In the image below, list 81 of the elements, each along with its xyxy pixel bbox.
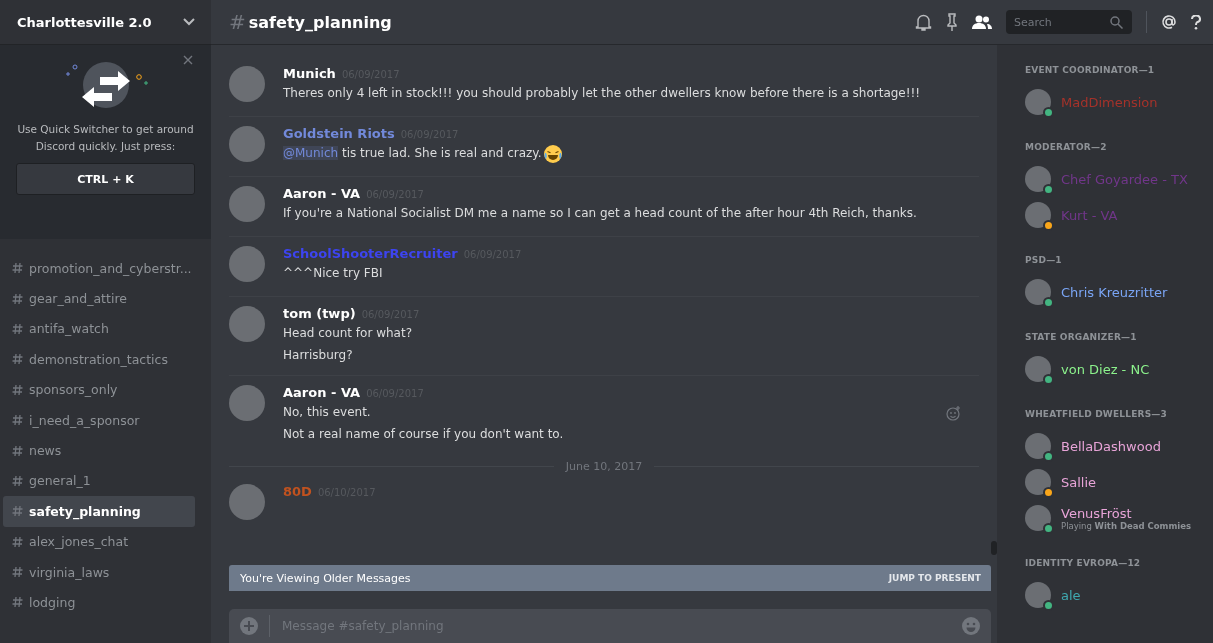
message-author[interactable]: Aaron - VA — [283, 385, 361, 400]
message-text: No, this event. — [283, 404, 372, 421]
quick-switcher-tip: Use Quick Switcher to get around Discord quickly. Just press: — [16, 122, 195, 154]
bell-icon[interactable] — [915, 13, 932, 31]
user-mention-link[interactable]: @Munich — [283, 146, 339, 160]
hash-icon — [12, 322, 23, 335]
channel-item[interactable]: virginia_laws — [3, 556, 195, 588]
message-text: ^^^Nice try FBI — [283, 265, 384, 282]
role-heading: STATE ORGANIZER—1 — [1025, 332, 1138, 343]
message-author[interactable]: 80D — [283, 484, 312, 499]
channel-item[interactable]: lodging — [3, 587, 195, 618]
message-text: Theres only 4 left in stock!!! you should probably let the other dwellers know before there is a shortage!!! — [283, 85, 921, 102]
message-text: Head count for what? — [283, 325, 414, 342]
older-messages-label: You're Viewing Older Messages — [240, 571, 411, 585]
hash-icon — [12, 292, 23, 305]
close-icon[interactable] — [183, 55, 193, 65]
channel-item[interactable]: safety_planning — [3, 496, 195, 527]
hash-icon — [12, 535, 23, 548]
scrollbar-thumb[interactable] — [991, 541, 997, 555]
hash-icon — [12, 383, 23, 396]
channel-item[interactable]: i_need_a_sponsor — [3, 404, 195, 436]
channel-title: safety_planning — [248, 12, 392, 32]
help-icon[interactable] — [1191, 14, 1201, 30]
members-icon[interactable] — [972, 14, 992, 30]
member-name[interactable]: Chris Kreuzritter — [1061, 284, 1168, 300]
member-avatar-placeholder[interactable] — [1025, 582, 1051, 608]
channel-item[interactable]: alex_jones_chat — [3, 526, 195, 557]
channel-item[interactable]: sponsors_only — [3, 374, 195, 405]
member-activity: Playing With Dead Commies — [1061, 520, 1192, 531]
member-avatar-placeholder[interactable] — [1025, 89, 1051, 115]
role-heading: MODERATOR—2 — [1025, 142, 1108, 153]
member-avatar-placeholder[interactable] — [1025, 202, 1051, 228]
message-text: Not a real name of course if you don't want to. — [283, 426, 564, 443]
search-field[interactable]: Search — [1012, 14, 1106, 30]
role-heading: WHEATFIELD DWELLERS—3 — [1025, 409, 1169, 420]
search-icon — [1110, 15, 1123, 29]
member-avatar-placeholder[interactable] — [1025, 505, 1051, 531]
hash-icon — [12, 444, 23, 457]
role-heading: EVENT COORDINATOR—1 — [1025, 65, 1156, 76]
member-avatar-placeholder[interactable] — [1025, 356, 1051, 382]
member-name[interactable]: VenusFröst — [1061, 505, 1192, 521]
date-divider-label: June 10, 2017 — [565, 460, 643, 473]
channel-item[interactable]: demonstration_tactics — [3, 344, 195, 375]
message-author[interactable]: Munich — [283, 66, 336, 81]
channel-item[interactable]: antifa_watch — [3, 313, 195, 345]
member-name[interactable]: von Diez - NC — [1061, 361, 1150, 377]
member-name[interactable]: ale — [1061, 587, 1081, 603]
message-text: @Munich tis true lad. She is real and crazy. — [283, 143, 563, 164]
hash-icon — [12, 566, 23, 579]
member-avatar-placeholder[interactable] — [1025, 433, 1051, 459]
channel-hash: # — [229, 10, 246, 34]
member-avatar-placeholder[interactable] — [1025, 166, 1051, 192]
channel-item[interactable]: news — [3, 435, 195, 466]
chevron-down-icon[interactable] — [183, 18, 195, 26]
channel-item[interactable]: gear_and_attire — [3, 283, 195, 314]
message-author[interactable]: Aaron - VA — [283, 186, 361, 201]
member-avatar-placeholder[interactable] — [1025, 469, 1051, 495]
member-avatar-placeholder[interactable] — [1025, 279, 1051, 305]
message-author[interactable]: Goldstein Riots — [283, 126, 395, 141]
hash-icon — [12, 596, 23, 609]
server-name[interactable]: Charlottesville 2.0 — [17, 14, 152, 30]
pin-icon[interactable] — [946, 13, 958, 31]
channel-item[interactable]: general_1 — [3, 465, 195, 497]
hash-icon — [12, 505, 23, 518]
mentions-icon[interactable] — [1161, 14, 1177, 30]
shortcut-button[interactable]: CTRL + K — [16, 163, 195, 195]
hash-icon — [12, 262, 23, 275]
hash-icon — [12, 414, 23, 427]
role-heading: IDENTITY EVROPA—12 — [1025, 558, 1142, 569]
add-reaction-icon[interactable] — [946, 406, 961, 421]
message-author[interactable]: tom (twp) — [283, 306, 356, 321]
member-name[interactable]: BellaDashwood — [1061, 438, 1161, 454]
hash-icon — [12, 474, 23, 487]
jump-to-present-button[interactable]: JUMP TO PRESENT — [888, 573, 981, 583]
role-heading: PSD—1 — [1025, 255, 1063, 266]
channel-item[interactable]: promotion_and_cyberstr... — [3, 253, 195, 284]
hash-icon — [12, 353, 23, 366]
member-name[interactable]: Sallie — [1061, 474, 1097, 490]
search-box[interactable]: Search — [1006, 10, 1132, 34]
message-text: Harrisburg? — [283, 347, 354, 364]
message-text: If you're a National Socialist DM me a name so I can get a head count of the after hour 4th Reich, thanks. — [283, 205, 917, 222]
